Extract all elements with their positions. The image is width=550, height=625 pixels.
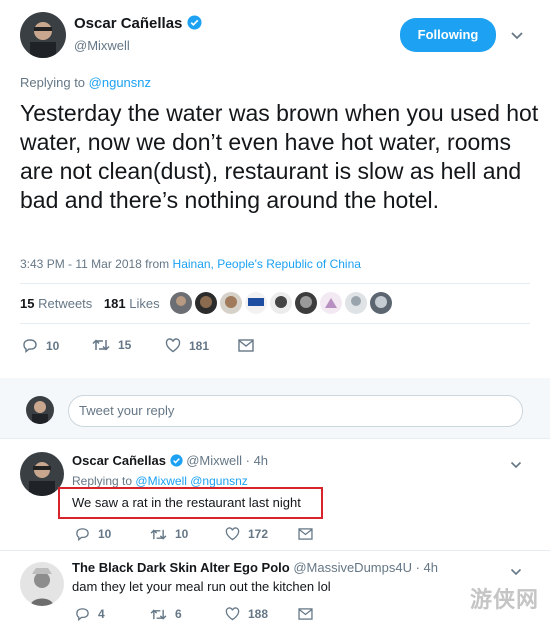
timestamp-text[interactable]: 3:43 PM - 11 Mar 2018 from [20,257,169,271]
replying-to-label: Replying to [20,75,86,90]
replying-to-line: Replying to @ngunsnz [20,75,151,90]
retweet-icon [150,528,167,540]
tweet-text: Yesterday the water was brown when you u… [20,100,539,213]
reply-header: The Black Dark Skin Alter Ego Polo @Mass… [72,560,438,575]
direct-message-action[interactable] [238,339,254,352]
liker-avatar[interactable] [220,292,242,314]
retweet-count: 6 [175,607,182,621]
reply-action[interactable]: 4 [75,607,105,621]
more-options-chevron-icon[interactable] [510,28,524,46]
reply-author-handle[interactable]: @Mixwell [186,453,242,468]
current-user-avatar[interactable] [26,396,54,424]
retweet-count: 10 [175,527,189,541]
divider [20,323,530,324]
direct-message-action[interactable] [298,608,313,620]
replying-to-handles[interactable]: @Mixwell @ngunsnz [135,474,247,488]
retweet-action[interactable]: 6 [150,607,182,621]
retweets-stat[interactable]: 15 Retweets [20,296,96,311]
liker-avatars [170,292,392,314]
reply-icon [76,608,89,621]
liker-avatar[interactable] [295,292,317,314]
tweet-timestamp: 3:43 PM - 11 Mar 2018 from Hainan, Peopl… [20,257,361,271]
author-avatar[interactable] [20,12,66,58]
liker-avatar[interactable] [320,292,342,314]
heart-icon [165,338,181,353]
liker-avatar[interactable] [370,292,392,314]
liker-avatar[interactable] [345,292,367,314]
reply-avatar[interactable] [20,562,64,606]
like-action[interactable]: 172 [225,527,268,541]
like-count: 181 [189,338,210,353]
divider [20,283,530,284]
location-link[interactable]: Hainan, People's Republic of China [173,257,361,271]
author-handle[interactable]: @Mixwell [74,38,130,53]
reply-more-chevron-icon[interactable] [510,563,522,581]
like-count: 188 [248,607,269,621]
envelope-icon [238,339,254,352]
reply-action[interactable]: 10 [75,527,111,541]
author-name[interactable]: Oscar Cañellas [74,15,182,32]
retweet-action[interactable]: 10 [150,527,188,541]
reply-text: dam they let your meal run out the kitch… [72,579,331,594]
reply-count: 10 [98,527,112,541]
reply-replying-to: Replying to @Mixwell @ngunsnz [72,474,248,488]
heart-icon [225,607,240,621]
reply-count: 4 [98,607,105,621]
liker-avatar[interactable] [270,292,292,314]
reply-count: 10 [46,338,60,353]
heart-icon [225,527,240,541]
like-count: 172 [248,527,269,541]
like-action[interactable]: 188 [225,607,268,621]
verified-badge-icon [169,454,183,470]
retweet-icon [92,339,110,351]
reply-header: Oscar Cañellas @Mixwell · 4h [72,453,268,470]
divider [0,550,550,551]
replying-to-label: Replying to [72,474,133,488]
liker-avatar[interactable] [170,292,192,314]
reply-more-chevron-icon[interactable] [510,456,522,474]
divider [0,438,550,439]
reply-time[interactable]: · 4h [416,560,438,575]
likes-count: 181 [103,296,126,311]
envelope-icon [298,608,313,620]
watermark: 游侠网 [470,587,540,612]
retweet-icon [150,608,167,620]
reply-icon [23,339,37,353]
retweet-action[interactable]: 15 [92,338,131,352]
liker-avatar[interactable] [245,292,267,314]
reply-input[interactable]: Tweet your reply [68,395,523,427]
direct-message-action[interactable] [298,528,313,540]
reply-action[interactable]: 10 [22,338,59,353]
verified-badge-icon [187,15,202,34]
following-button[interactable]: Following [400,18,496,52]
reply-icon [76,528,89,541]
retweet-count: 15 [118,338,132,352]
retweets-label: Retweets [38,296,93,311]
replying-to-handle[interactable]: @ngunsnz [89,75,151,90]
reply-author-handle[interactable]: @MassiveDumps4U [293,560,412,575]
likes-label: Likes [129,296,160,311]
retweets-count: 15 [20,296,35,311]
reply-author-name[interactable]: The Black Dark Skin Alter Ego Polo [72,560,290,575]
like-action[interactable]: 181 [165,338,209,353]
tweet-stats: 15 Retweets 181 Likes [20,296,160,311]
liker-avatar[interactable] [195,292,217,314]
reply-author-name[interactable]: Oscar Cañellas [72,453,166,468]
reply-text: We saw a rat in the restaurant last nigh… [72,495,301,510]
likes-stat[interactable]: 181 Likes [104,296,160,311]
envelope-icon [298,528,313,540]
reply-time[interactable]: · 4h [246,453,268,468]
